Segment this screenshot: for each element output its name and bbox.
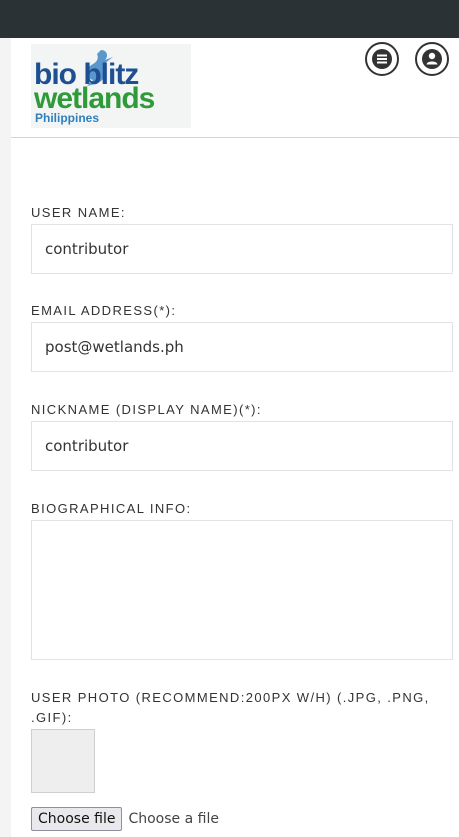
user-photo-preview [31,729,95,793]
file-status-text: Choose a file [128,811,219,827]
top-status-bar [0,0,459,38]
nickname-label: NICKNAME (DISPLAY NAME)(*): [31,402,262,417]
email-label: EMAIL ADDRESS(*): [31,303,177,318]
hamburger-menu-icon [372,49,392,69]
username-label: USER NAME: [31,205,126,220]
site-logo[interactable]: bio blitz wetlands Philippines [31,44,191,128]
file-input[interactable]: Choose file Choose a file [31,806,219,832]
user-account-button[interactable] [415,42,449,76]
choose-file-button[interactable]: Choose file [31,807,123,831]
nickname-field[interactable]: contributor [31,421,453,471]
site-header: bio blitz wetlands Philippines [11,38,459,138]
username-field[interactable]: contributor [31,224,453,274]
logo-text-philippines: Philippines [35,111,100,125]
bio-textarea[interactable] [31,520,453,660]
user-avatar-icon [422,49,442,69]
email-field[interactable]: post@wetlands.ph [31,322,453,372]
left-gutter [0,38,11,837]
user-photo-label: USER PHOTO (RECOMMEND:200PX W/H) (.JPG, … [31,690,430,725]
menu-button[interactable] [365,42,399,76]
bio-label: BIOGRAPHICAL INFO: [31,501,192,516]
logo-text-wetlands: wetlands [34,82,155,115]
